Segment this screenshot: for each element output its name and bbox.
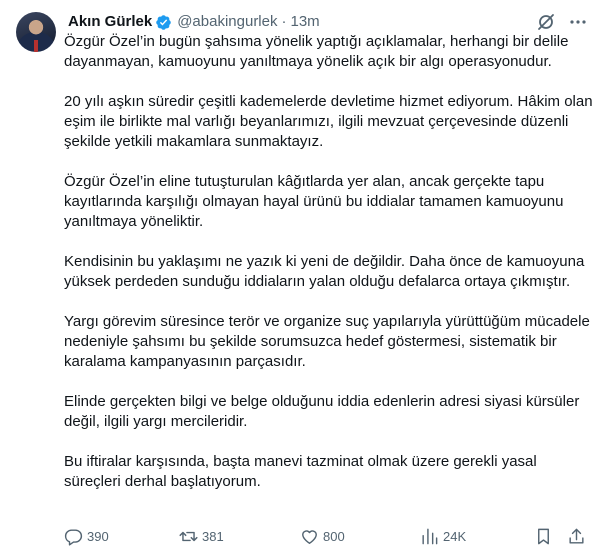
views-count: 24K: [443, 528, 467, 544]
avatar[interactable]: [16, 12, 56, 52]
like-icon: [302, 529, 317, 544]
tweet-text: Özgür Özel’in bugün şahsıma yönelik yapt…: [64, 32, 596, 492]
tweet-paragraph: Elinde gerçekten bilgi ve belge olduğunu…: [64, 393, 580, 430]
views-icon: [422, 528, 438, 544]
avatar-tie: [34, 40, 38, 52]
reply-count: 390: [87, 528, 109, 544]
grok-icon[interactable]: [536, 12, 556, 32]
tweet-paragraph: Özgür Özel’in eline tutuşturulan kâğıtla…: [64, 173, 564, 230]
reply-button[interactable]: 390: [64, 525, 109, 547]
tweet-card: Akın Gürlek @abakingurlek · 13m Özgür Öz…: [0, 0, 609, 558]
tweet-actions: 390 381 800 24K: [64, 525, 588, 547]
bookmark-icon: [538, 528, 549, 544]
views-button[interactable]: 24K: [420, 525, 466, 547]
separator-dot: ·: [281, 13, 287, 30]
like-count: 800: [323, 528, 345, 544]
more-options-icon[interactable]: [568, 12, 588, 32]
tweet-paragraph: 20 yılı aşkın süredir çeşitli kademelerd…: [64, 93, 593, 150]
tweet-paragraph: Yargı görevim süresince terör ve organiz…: [64, 313, 590, 370]
share-icon: [569, 528, 584, 544]
tweet-paragraph: Özgür Özel’in bugün şahsıma yönelik yapt…: [64, 33, 569, 70]
author-handle[interactable]: @abakingurlek: [177, 12, 277, 32]
tweet-header: Akın Gürlek @abakingurlek · 13m: [68, 12, 320, 32]
reply-icon: [64, 528, 83, 546]
retweet-button[interactable]: 381: [179, 525, 224, 547]
tweet-paragraph: Bu iftiralar karşısında, başta manevi ta…: [64, 453, 537, 490]
retweet-icon: [179, 531, 198, 541]
verified-badge-icon[interactable]: [155, 14, 172, 31]
retweet-count: 381: [202, 528, 224, 544]
tweet-paragraph: Kendisinin bu yaklaşımı ne yazık ki yeni…: [64, 253, 585, 290]
author-display-name[interactable]: Akın Gürlek: [68, 12, 152, 32]
tweet-time[interactable]: 13m: [291, 12, 320, 32]
bookmark-button[interactable]: [534, 525, 553, 547]
share-button[interactable]: [567, 525, 586, 547]
like-button[interactable]: 800: [300, 525, 345, 547]
